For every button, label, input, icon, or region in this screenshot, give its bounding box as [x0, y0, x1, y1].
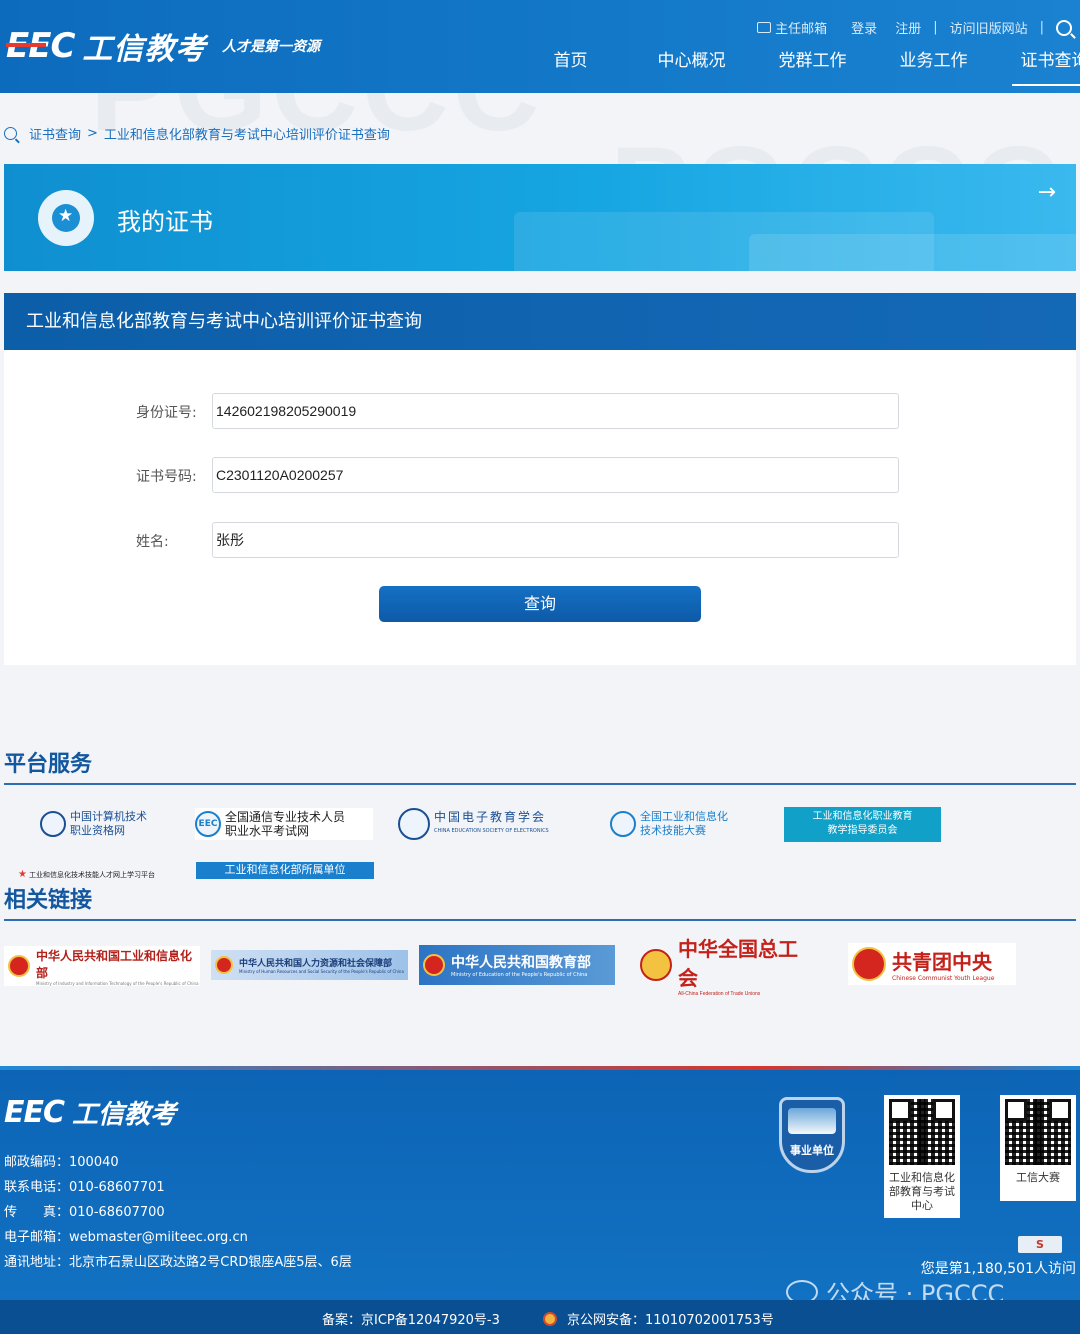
link-mohrss[interactable]: 中华人民共和国人力资源和社会保障部 Ministry of Human Resou… [211, 950, 408, 980]
nav-party[interactable]: 党群工作 [752, 50, 873, 86]
site-header: EEC 工信教考 人才是第一资源 主任邮箱 登录 注册 | 访问旧版网站 | 首… [0, 0, 1080, 93]
id-row: 身份证号: 142602198205290019 [4, 393, 1076, 429]
public-institution-badge[interactable]: 事业单位 [779, 1097, 845, 1173]
mail-icon [757, 22, 772, 33]
breadcrumb-root[interactable]: 证书查询 [29, 124, 81, 143]
panel-title: 工业和信息化部教育与考试中心培训评价证书查询 [4, 293, 1076, 350]
nav-home[interactable]: 首页 [510, 50, 631, 86]
service-link-computer[interactable]: 中国计算机技术 职业资格网 [40, 810, 147, 838]
banner-title: 我的证书 [117, 208, 213, 236]
old-site-link[interactable]: 访问旧版网站 [950, 18, 1028, 37]
name-input[interactable]: 张彤 [212, 522, 899, 558]
arrow-right-icon[interactable]: → [1038, 180, 1056, 205]
cert-number-input[interactable]: C2301120A0200257 [212, 457, 899, 493]
divider [4, 783, 1076, 785]
cert-row: 证书号码: C2301120A0200257 [4, 457, 1076, 493]
register-link[interactable]: 注册 [895, 18, 921, 37]
service-link-learning[interactable]: ★ 工业和信息化技术技能人才网上学习平台 [18, 868, 155, 882]
logo-mark: EEC [6, 26, 75, 66]
site-footer: EEC 工信教考 邮政编码：100040 联系电话：010-68607701 传… [0, 1066, 1080, 1300]
link-ccyl[interactable]: 共青团中央 Chinese Communist Youth League [848, 943, 1016, 985]
police-record[interactable]: 京公网安备：11010702001753号 [543, 1309, 774, 1328]
police-badge-icon [543, 1311, 557, 1326]
breadcrumb-current[interactable]: 工业和信息化部教育与考试中心培训评价证书查询 [104, 124, 390, 143]
certificate-query-panel: 工业和信息化部教育与考试中心培训评价证书查询 身份证号: 14260219820… [4, 293, 1076, 665]
top-links: 主任邮箱 登录 注册 | 访问旧版网站 | [757, 18, 1072, 37]
query-button[interactable]: 查询 [379, 586, 701, 622]
slogan: 人才是第一资源 [222, 39, 320, 55]
id-number-input[interactable]: 142602198205290019 [212, 393, 899, 429]
name-row: 姓名: 张彤 [4, 522, 1076, 558]
cert-label: 证书号码: [136, 469, 197, 485]
national-emblem-icon [215, 956, 233, 974]
service-link-committee[interactable]: 工业和信息化职业教育 教学指导委员会 [784, 807, 941, 842]
eec-icon: EEC [195, 811, 221, 837]
contest-emblem-icon [610, 811, 636, 837]
breadcrumb-separator: > [87, 126, 98, 141]
site-logo[interactable]: EEC 工信教考 [6, 24, 206, 68]
logo-text: 工信教考 [82, 32, 207, 67]
nav-certificate[interactable]: 证书查询 [994, 50, 1080, 86]
links-title: 相关链接 [4, 888, 93, 913]
services-title: 平台服务 [4, 752, 93, 777]
emblem-icon [40, 811, 66, 837]
nav-business[interactable]: 业务工作 [873, 50, 994, 86]
my-certificate-banner: 我的证书 → [4, 164, 1076, 271]
ccyl-emblem-icon [852, 947, 886, 981]
link-moe[interactable]: 中华人民共和国教育部 Ministry of Education of the P… [419, 945, 615, 985]
bottom-bar: 备案：京ICP备12047920号-3 京公网安备：11010702001753… [0, 1300, 1080, 1334]
icp-record[interactable]: 备案：京ICP备12047920号-3 [322, 1309, 500, 1328]
counter-icon: S [1018, 1236, 1062, 1253]
qr-code-icon [1005, 1099, 1071, 1165]
cese-emblem-icon [398, 808, 430, 840]
service-link-contest[interactable]: 全国工业和信息化 技术技能大赛 [610, 810, 728, 838]
acftu-emblem-icon [640, 949, 672, 981]
nav-about[interactable]: 中心概况 [631, 50, 752, 86]
login-link[interactable]: 登录 [851, 18, 877, 37]
id-label: 身份证号: [136, 405, 197, 421]
search-icon[interactable] [1056, 19, 1072, 36]
national-emblem-icon [8, 955, 30, 977]
footer-logo: EEC 工信教考 [4, 1095, 177, 1130]
divider [4, 919, 1076, 921]
link-miit[interactable]: 中华人民共和国工业和信息化部 Ministry of Industry and I… [4, 946, 200, 986]
footer-phone: 联系电话：010-68607701 [4, 1180, 165, 1195]
name-label: 姓名: [136, 534, 169, 550]
qr-code-center: 工业和信息化部教育与考试中心 [884, 1095, 960, 1218]
search-icon [4, 127, 17, 140]
national-emblem-icon [423, 954, 445, 976]
star-icon: ★ [18, 869, 27, 880]
divider: | [1039, 20, 1044, 35]
service-link-telecom[interactable]: EEC 全国通信专业技术人员 职业水平考试网 [195, 808, 373, 840]
divider: | [933, 20, 938, 35]
footer-postcode: 邮政编码：100040 [4, 1155, 119, 1170]
footer-email[interactable]: 电子邮箱：webmaster@miiteec.org.cn [4, 1226, 248, 1245]
medal-icon [38, 190, 94, 246]
qr-code-icon [889, 1099, 955, 1165]
footer-address: 通讯地址：北京市石景山区政达路2号CRD银座A座5层、6层 [4, 1255, 352, 1270]
breadcrumb: 证书查询 > 工业和信息化部教育与考试中心培训评价证书查询 [4, 124, 390, 143]
footer-fax: 传 真：010-68607700 [4, 1205, 165, 1220]
qr-code-contest: 工信大赛 [1000, 1095, 1076, 1201]
service-link-cese[interactable]: 中国电子教育学会 CHINA EDUCATION SOCIETY OF ELECT… [398, 808, 549, 840]
link-acftu[interactable]: 中华全国总工会 All-China Federation of Trade Uni… [636, 937, 812, 997]
service-link-affiliates[interactable]: 工业和信息化部所属单位 [196, 862, 374, 879]
main-nav: 首页 中心概况 党群工作 业务工作 证书查询 [510, 50, 1080, 86]
director-mail-link[interactable]: 主任邮箱 [775, 18, 827, 37]
